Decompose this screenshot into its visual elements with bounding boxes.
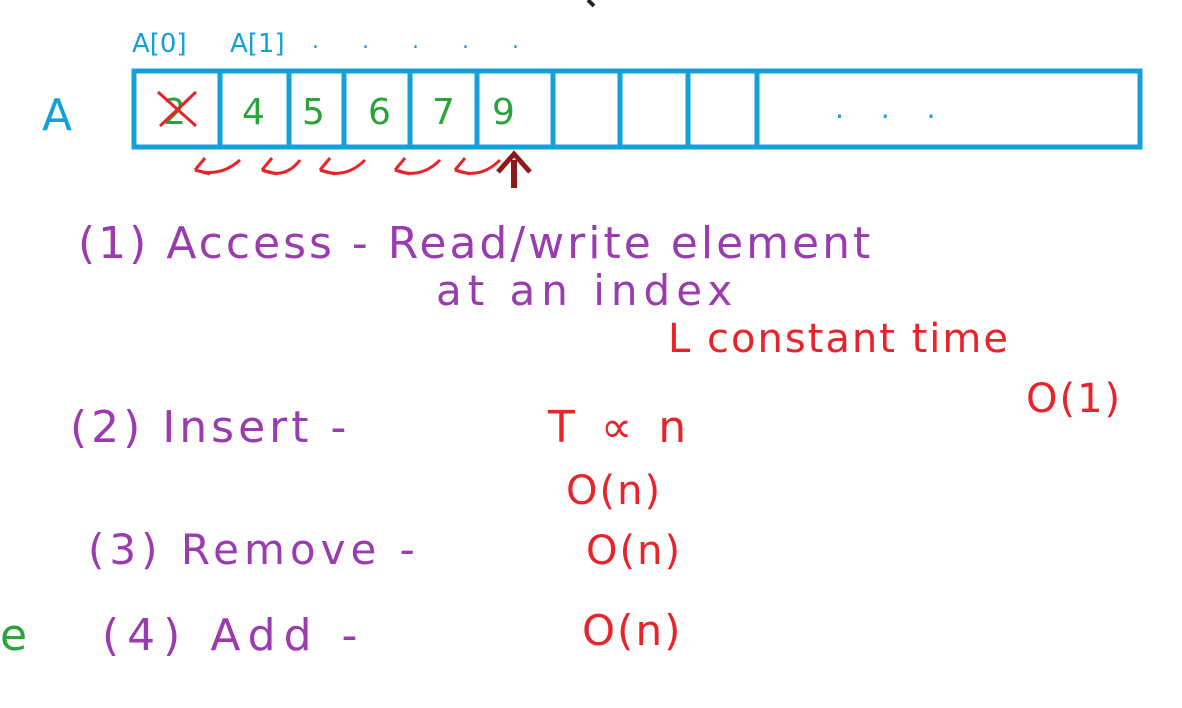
index-label-a1: A[1] — [230, 29, 285, 59]
whiteboard: A[0] A[1] . . . . . A 2 4 5 6 7 9 . . . — [0, 0, 1143, 661]
op2-label: (2) Insert - — [70, 402, 350, 453]
op4-label: (4) Add - — [102, 610, 365, 661]
op1-continuation: at an index — [436, 266, 738, 315]
array-name: A — [42, 90, 72, 141]
op2-complexity: O(n) — [566, 468, 662, 514]
edge-text: e — [0, 610, 27, 661]
shift-arrows — [193, 157, 502, 176]
pointer-arrow — [496, 150, 532, 188]
op1-complexity: O(1) — [1026, 376, 1122, 422]
array-ellipsis: . . . — [835, 92, 950, 125]
top-stroke — [586, 0, 596, 8]
cell-3: 6 — [368, 92, 391, 133]
index-label-dots: . . . . . — [312, 29, 537, 54]
array-box — [131, 68, 1143, 150]
op2-note: T ∝ n — [547, 402, 692, 453]
index-label-a0: A[0] — [132, 29, 187, 59]
op4-complexity: O(n) — [582, 606, 682, 655]
array-dividers — [217, 71, 760, 147]
op1-label: (1) Access - Read/write element — [78, 218, 873, 269]
cell-2: 5 — [302, 92, 325, 133]
cell-4: 7 — [432, 92, 455, 133]
op3-label: (3) Remove - — [88, 525, 420, 574]
op1-note: L constant time — [668, 316, 1010, 362]
op3-complexity: O(n) — [586, 528, 682, 574]
cell-5: 9 — [492, 92, 515, 133]
cell-1: 4 — [242, 92, 265, 133]
